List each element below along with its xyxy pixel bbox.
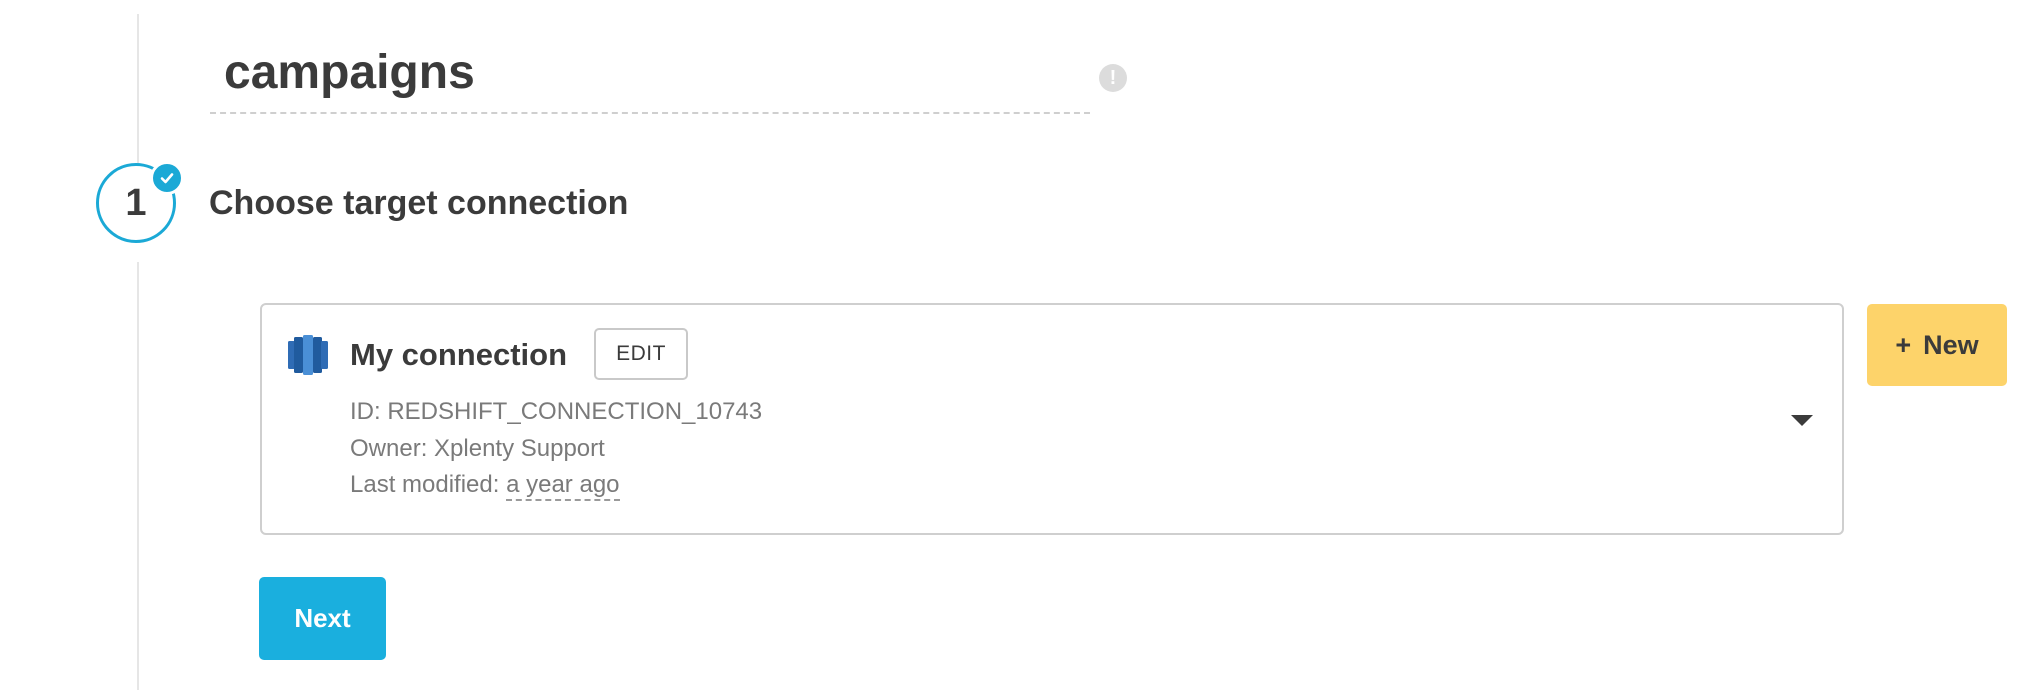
connection-name: My connection [350, 337, 568, 372]
new-connection-label: New [1923, 330, 1979, 360]
step-connector-line-bottom [137, 262, 139, 690]
package-name-row [210, 38, 1090, 114]
connection-id-value: REDSHIFT_CONNECTION_10743 [387, 398, 763, 425]
next-button[interactable]: Next [259, 577, 386, 660]
step-connector-line-top [137, 14, 139, 164]
last-modified-label: Last modified: [350, 471, 507, 498]
plus-icon: + [1895, 330, 1912, 360]
connection-selector[interactable]: My connection EDIT ID: REDSHIFT_CONNECTI… [260, 303, 1844, 535]
connection-owner-value: Xplenty Support [434, 435, 605, 462]
check-icon [150, 161, 184, 195]
new-connection-button[interactable]: + New [1867, 304, 2007, 386]
redshift-database-icon [288, 335, 328, 380]
connection-owner-label: Owner: [350, 435, 435, 462]
connection-id: ID: REDSHIFT_CONNECTION_10743 [350, 398, 762, 426]
connection-last-modified: Last modified: a year ago [350, 471, 620, 501]
info-icon[interactable]: ! [1099, 64, 1127, 92]
target-connection-page: ! 1 Choose target connection My connecti… [0, 0, 2034, 690]
chevron-down-icon[interactable] [1791, 415, 1813, 426]
last-modified-value: a year ago [506, 471, 620, 501]
edit-connection-button[interactable]: EDIT [594, 328, 688, 380]
connection-owner: Owner: Xplenty Support [350, 435, 605, 463]
connection-id-label: ID: [350, 398, 388, 425]
package-name-input[interactable] [214, 44, 1074, 100]
step-title: Choose target connection [209, 184, 629, 222]
